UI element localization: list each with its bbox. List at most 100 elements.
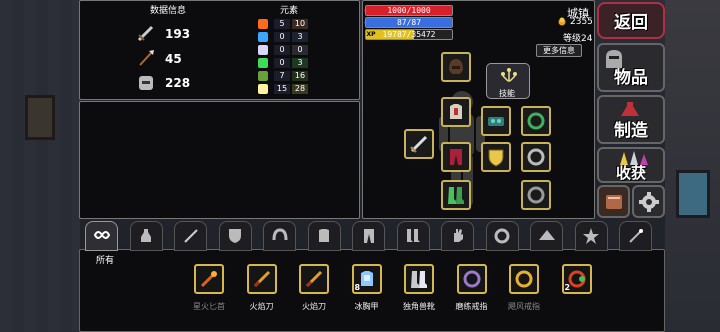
tab-helmet[interactable] [263,221,296,251]
flame-blade-icon [253,270,270,288]
inventory-item[interactable]: 2 [561,264,592,294]
air-icon [258,45,268,55]
ring-slot-2[interactable] [521,142,551,172]
more-info-button[interactable]: 更多信息 [536,44,582,57]
ring-slot-1[interactable] [521,106,551,136]
tab-all[interactable] [85,221,118,251]
element-row-light: 15 28 [258,84,308,94]
ring-icon [494,228,510,244]
black-ring-icon [527,186,545,204]
inventory-item-label: 独角兽靴 [403,302,435,311]
crystals-icon [620,151,648,165]
craft-button[interactable]: 制造 [597,95,665,144]
flask-icon [621,102,639,116]
element-row-nature: 03 [258,58,308,68]
inventory-item[interactable] [194,264,224,294]
green-ring-icon [527,112,545,130]
element-row-fire: 5 10 [258,19,308,29]
items-button[interactable]: 物品 [597,43,665,92]
armor-slot[interactable] [441,97,471,127]
inventory-item[interactable] [509,264,539,294]
craft-label: 制造 [614,121,648,141]
stats-panel [79,0,360,100]
shield-slot[interactable] [481,142,511,172]
inventory-item[interactable]: 8 [351,264,382,294]
item-count: 8 [354,283,361,292]
unicorn-boots-icon [411,271,427,288]
earth-value: 7 [274,71,290,81]
water-icon [258,32,268,42]
tab-shield[interactable] [218,221,252,251]
harvest-button[interactable]: 收获 [597,147,665,183]
element-row-water: 03 [258,32,308,42]
pants-icon [363,229,374,243]
air-value: 0 [274,45,290,55]
gloves-icon [453,229,463,242]
info-panel [79,101,360,219]
tab-gloves[interactable] [441,221,474,251]
tab-all-label: 所有 [96,256,115,266]
skills-icon [501,68,517,82]
settings-button[interactable] [632,185,665,218]
amulet-slot[interactable] [481,106,511,136]
sword-weapon-icon [410,135,428,153]
light-max: 28 [292,84,308,94]
background-window [25,95,55,140]
inventory-item-label: 火焰刀 [302,302,326,311]
inventory-item-label: 星火匕首 [193,302,225,311]
tab-potion[interactable] [129,221,163,251]
tab-pants[interactable] [352,221,385,251]
speed-value: 45 [165,52,182,66]
background-window-right [676,170,710,218]
earth-icon [258,71,268,81]
red-pants-icon [450,149,462,165]
gold-amount: 2355 [570,17,593,27]
xp-text: 19787/35472 [382,30,436,39]
legs-slot[interactable] [441,142,471,172]
book-icon [605,194,622,209]
inventory-item[interactable] [299,264,329,294]
game-screen: 数据信息 元素 193 45 228 5 10 0 3 0 0 0 3 7 16 15 28 1000… [0,0,720,332]
water-max: 3 [292,32,308,42]
hat-icon [538,230,555,240]
ring-slot-3[interactable] [521,180,551,210]
infinity-icon [93,231,110,239]
background-building [665,0,720,332]
inventory-item-label: 磨练戒指 [455,302,488,311]
tab-armor[interactable] [307,221,341,251]
tab-wand[interactable] [619,221,652,251]
journal-button[interactable] [597,185,630,218]
boots-icon [407,229,420,242]
light-value: 15 [274,84,290,94]
inventory-item[interactable] [246,264,277,294]
armor-icon [319,229,329,242]
inventory-item[interactable] [404,264,434,294]
weapon-slot[interactable] [404,129,434,159]
earth-max: 16 [292,71,308,81]
inventory-item-label: 火焰刀 [249,302,274,311]
tab-boots[interactable] [396,221,430,251]
tab-sword[interactable] [174,221,207,251]
element-row-air: 00 [258,45,308,55]
firestar-dagger-icon [200,271,217,288]
star-icon [583,228,599,244]
tab-ring[interactable] [485,221,519,251]
spear-icon [136,48,156,68]
mp-text: 87/87 [396,18,422,27]
attack-value: 193 [165,27,191,41]
leather-helmet-icon [449,59,463,74]
sword-icon [136,23,156,43]
inventory-item[interactable] [456,264,487,294]
nature-value: 0 [274,58,290,68]
tab-hat[interactable] [530,221,563,251]
element-row-earth: 7 16 [258,71,308,81]
green-boots-icon [448,187,464,204]
boots-slot[interactable] [441,180,471,210]
gear-icon [638,191,659,212]
fire-icon [258,19,268,29]
light-icon [258,84,268,94]
tab-star[interactable] [574,221,608,251]
back-button[interactable]: 返回 [597,2,665,39]
helmet-slot[interactable] [441,52,471,82]
knight-helmet-icon [606,50,622,68]
